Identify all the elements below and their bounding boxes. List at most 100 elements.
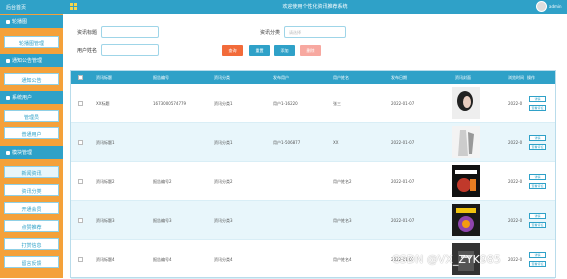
cell-title: 资讯标题2 [96,179,115,184]
row-checkbox[interactable] [78,101,83,106]
sidebar-item-news-category[interactable]: 资讯分类 [4,184,59,196]
title-label: 资讯标题 [77,30,98,36]
notice-icon [6,58,10,63]
cell-user: 用户1-16220 [273,101,298,106]
title-input[interactable] [101,26,159,38]
sidebar-group-modules[interactable]: 模块管理 [0,146,63,159]
sidebar-group-notice[interactable]: 通知公告管理 [0,54,63,67]
user-input[interactable] [101,44,159,56]
cell-code: 报告编号3 [153,218,172,223]
data-table: 资讯标题 报告编号 资讯分类 发布用户 用户姓名 发布日期 资讯封面 浏览时间 … [70,70,556,279]
cover-image [452,204,480,236]
sidebar-item-like-recommend[interactable]: 点赞推荐 [4,220,59,232]
cell-name: 用户姓名2 [333,179,352,184]
sidebar-item-carousel-manage[interactable]: 轮播图管理 [4,36,59,48]
cell-date: 2022-01-07 [391,140,415,145]
header-code: 报告编号 [153,75,169,80]
sidebar-item-normal-user[interactable]: 普通用户 [4,127,59,139]
cell-code: 报告编号2 [153,179,172,184]
cover-image [452,87,480,119]
category-label: 资讯分类 [260,30,281,36]
top-bar: 欢迎使用个性化资讯推荐系统 admin [63,0,567,14]
cell-time: 2022-0 [508,101,523,106]
users-icon [6,95,10,100]
cell-name: 张三 [333,101,341,106]
username[interactable]: admin [549,4,562,9]
cell-time: 2022-0 [508,140,523,145]
delete-button[interactable]: 删除 [300,45,321,56]
sidebar-home[interactable]: 后台首页 [0,0,63,14]
table-header: 资讯标题 报告编号 资讯分类 发布用户 用户姓名 发布日期 资讯封面 浏览时间 … [71,71,555,84]
modules-icon [6,150,10,155]
header-time: 浏览时间 [508,75,524,80]
row-checkbox[interactable] [78,140,83,145]
filter-bar: 资讯标题 资讯分类 请选择 用户姓名 查询 重置 添加 删除 [64,22,567,64]
header-cover: 资讯封面 [455,75,471,80]
cell-title: 资讯标题4 [96,257,115,262]
row-checkbox[interactable] [78,218,83,223]
detail-button[interactable]: 详情 [529,135,546,141]
page-title: 欢迎使用个性化资讯推荐系统 [282,4,348,10]
cell-code: 1673000574779 [153,101,187,106]
reset-button[interactable]: 重置 [249,45,270,56]
cell-title: 资讯标题1 [96,140,115,145]
cell-time: 2022-0 [508,257,523,262]
sidebar-group-users[interactable]: 系统用户 [0,91,63,104]
sidebar-item-notice[interactable]: 通知公告 [4,73,59,85]
cell-title: 资讯标题3 [96,218,115,223]
cover-image [452,165,480,197]
detail-button[interactable]: 详情 [529,213,546,219]
header-category: 资讯分类 [214,75,230,80]
cell-time: 2022-0 [508,218,523,223]
cell-category: 资讯分类3 [214,218,233,223]
sidebar-item-membership[interactable]: 开通会员 [4,202,59,214]
view-comments-button[interactable]: 查看评论 [529,144,546,150]
table-row[interactable]: 资讯标题2 报告编号2 资讯分类2 用户姓名2 2022-01-07 2022-… [71,162,555,201]
cover-image [452,126,480,158]
view-comments-button[interactable]: 查看评论 [529,222,546,228]
cell-code: 报告编号4 [153,257,172,262]
sidebar-item-admin[interactable]: 管理员 [4,110,59,122]
sidebar: 后台首页 轮播图 轮播图管理 通知公告管理 通知公告 系统用户 管理员 普通用户… [0,0,63,278]
cell-name: XX [333,140,339,145]
sidebar-item-news[interactable]: 新闻资讯 [4,166,59,178]
cell-date: 2022-01-07 [391,101,415,106]
query-button[interactable]: 查询 [222,45,243,56]
detail-button[interactable]: 详情 [529,174,546,180]
header-date: 发布日期 [391,75,407,80]
header-user: 发布用户 [273,75,289,80]
row-checkbox[interactable] [78,179,83,184]
detail-button[interactable]: 详情 [529,96,546,102]
detail-button[interactable]: 详情 [529,252,546,258]
header-action: 操作 [527,75,535,80]
view-comments-button[interactable]: 查看评论 [529,105,546,111]
cell-title: XX标题 [96,101,110,106]
user-label: 用户姓名 [77,48,98,54]
category-select[interactable]: 请选择 [284,26,346,38]
cell-category: 资讯分类1 [214,101,233,106]
cell-category: 资讯分类4 [214,257,233,262]
sidebar-item-reward[interactable]: 打赏信息 [4,238,59,250]
sidebar-group-carousel[interactable]: 轮播图 [0,15,63,28]
select-all-checkbox[interactable] [78,75,83,80]
avatar[interactable] [536,1,547,12]
cell-category: 资讯分类1 [214,140,233,145]
row-checkbox[interactable] [78,257,83,262]
cell-date: 2022-01-07 [391,179,415,184]
view-comments-button[interactable]: 查看评论 [529,183,546,189]
table-row[interactable]: 资讯标题3 报告编号3 资讯分类3 用户姓名3 2022-01-07 2022-… [71,201,555,240]
add-button[interactable]: 添加 [274,45,295,56]
cell-time: 2022-0 [508,179,523,184]
table-row[interactable]: 资讯标题1 资讯分类1 用户1-506877 XX 2022-01-07 202… [71,123,555,162]
table-row[interactable]: XX标题 1673000574779 资讯分类1 用户1-16220 张三 20… [71,84,555,123]
cell-name: 用户姓名3 [333,218,352,223]
sidebar-item-feedback[interactable]: 留言反馈 [4,256,59,268]
cell-date: 2022-01-07 [391,218,415,223]
view-comments-button[interactable]: 查看评论 [529,261,546,267]
cell-user: 用户1-506877 [273,140,301,145]
cell-name: 用户姓名4 [333,257,352,262]
watermark: CSDN @VX_ZYK985 [392,253,501,266]
header-name: 用户姓名 [333,75,349,80]
cell-category: 资讯分类2 [214,179,233,184]
header-title: 资讯标题 [96,75,112,80]
